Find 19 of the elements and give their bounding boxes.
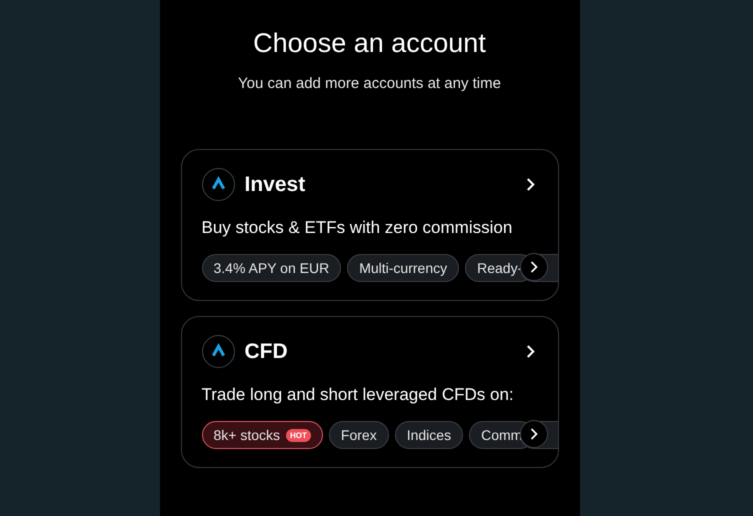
tag-chip: Multi-currency	[347, 254, 460, 282]
page-title: Choose an account	[252, 28, 487, 59]
hot-badge: HOT	[286, 428, 311, 442]
chevron-right-icon	[528, 260, 538, 274]
tag-chip: Forex	[328, 421, 389, 449]
account-card[interactable]: Invest Buy stocks & ETFs with zero commission 3.4% APY on EUR Multi-currency Ready-	[180, 149, 558, 301]
tag-chip: 3.4% APY on EUR	[202, 254, 342, 282]
account-name: Invest	[244, 172, 306, 196]
tag-chip: Indices	[394, 421, 464, 449]
logo-icon	[202, 168, 234, 201]
logo-icon	[202, 335, 234, 368]
account-description: Buy stocks & ETFs with zero commission	[202, 217, 514, 239]
chevron-right-icon	[524, 344, 536, 359]
account-name: CFD	[244, 340, 289, 364]
page-subtitle: You can add more accounts at any time	[237, 75, 502, 92]
chevron-right-icon	[528, 427, 538, 441]
chevron-right-icon	[524, 177, 536, 192]
account-description: Trade long and short leveraged CFDs on:	[202, 384, 515, 406]
tag-label: 8k+ stocks	[214, 427, 280, 443]
